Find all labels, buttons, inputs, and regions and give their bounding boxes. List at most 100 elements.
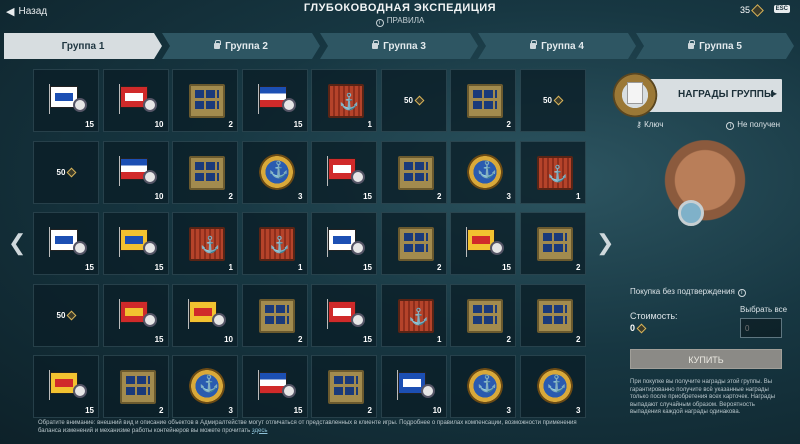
reward-count: 1 [576, 191, 581, 201]
reward-count: 15 [85, 120, 94, 129]
tab-group-4[interactable]: Группа 4 [478, 33, 636, 59]
coin-reward: 50 [34, 167, 98, 177]
group-rewards-label: НАГРАДЫ ГРУППЫ [678, 89, 774, 100]
reward-card[interactable]: 10 [102, 69, 169, 132]
select-all-label[interactable]: Выбрать все [740, 305, 787, 314]
lock-icon [688, 40, 696, 49]
reward-card[interactable]: 50 [519, 69, 586, 132]
autobuy-toggle[interactable]: Покупка без подтверждения i [630, 287, 746, 297]
anchor-medal-icon: ⚓ [185, 366, 227, 404]
anchor-container-icon: ⚓ [324, 80, 366, 118]
coin-amount: 50 [543, 96, 552, 105]
reward-count: 2 [228, 120, 233, 129]
coin-icon [414, 95, 425, 106]
rules-label: ПРАВИЛА [386, 16, 425, 25]
footnote-link[interactable]: здесь [252, 428, 268, 434]
reward-card[interactable]: ⚓ 1 [172, 212, 238, 275]
reward-card[interactable]: 2 [172, 140, 238, 204]
reward-count: 2 [437, 263, 442, 272]
tab-label: Группа 2 [225, 40, 268, 52]
reward-card[interactable]: ⚓ 1 [241, 212, 308, 275]
rules-link[interactable]: i ПРАВИЛА [0, 16, 800, 27]
reward-card[interactable]: 10 [102, 140, 169, 204]
reward-card[interactable]: 15 [33, 212, 99, 275]
reward-card[interactable]: ⚓ 3 [241, 140, 308, 204]
flag-container-icon [324, 366, 366, 404]
reward-card[interactable]: 50 [33, 140, 99, 204]
coin-icon [67, 310, 77, 320]
reward-count: 3 [228, 406, 233, 415]
reward-card[interactable]: 10 [172, 283, 238, 347]
reward-card[interactable]: 15 [102, 212, 169, 275]
reward-card[interactable]: 15 [450, 212, 516, 275]
reward-card[interactable]: 15 [33, 69, 99, 132]
reward-count: 1 [228, 263, 233, 272]
reward-card[interactable]: 15 [33, 355, 99, 418]
quantity-input[interactable] [740, 318, 782, 338]
reward-count: 2 [367, 406, 372, 415]
reward-card[interactable]: 15 [311, 283, 377, 347]
reward-card[interactable]: 2 [172, 69, 238, 132]
reward-card[interactable]: 2 [380, 140, 447, 204]
reward-card[interactable]: 50 [33, 283, 99, 347]
reward-card[interactable]: 15 [102, 283, 169, 347]
reward-card[interactable]: ⚓ 1 [380, 283, 447, 347]
esc-button[interactable]: ESC [773, 5, 790, 13]
tab-group-2[interactable]: Группа 2 [162, 33, 320, 59]
reward-card[interactable]: 15 [241, 69, 308, 132]
signal-flag-icon [255, 80, 297, 118]
info-icon: i [726, 122, 735, 130]
reward-card[interactable]: 2 [380, 212, 447, 275]
next-arrow-icon[interactable]: ❯ [596, 230, 614, 256]
signal-flag-icon [394, 366, 436, 404]
reward-count: 15 [154, 334, 164, 344]
signal-flag-icon [324, 295, 366, 333]
signal-flag-icon [46, 223, 88, 261]
footnote-text: Обратите внимание: внешний вид и описани… [38, 420, 577, 434]
reward-card[interactable]: 2 [450, 69, 516, 132]
buy-button[interactable]: КУПИТЬ [630, 349, 782, 369]
reward-card[interactable]: ⚓ 3 [172, 355, 238, 418]
coin-amount: 50 [56, 310, 66, 320]
reward-count: 10 [224, 334, 233, 344]
reward-count: 2 [576, 334, 581, 344]
anchor-medal-icon: ⚓ [463, 152, 505, 190]
reward-card[interactable]: ⚓ 1 [519, 140, 586, 204]
prev-arrow-icon[interactable]: ❮ [8, 230, 26, 256]
reward-count: 3 [298, 191, 303, 201]
reward-card[interactable]: 2 [519, 212, 586, 275]
reward-card[interactable]: 2 [241, 283, 308, 347]
footnote: Обратите внимание: внешний вид и описани… [38, 420, 598, 435]
reward-card[interactable]: ⚓ 3 [450, 140, 516, 204]
flag-container-icon [255, 295, 297, 333]
signal-flag-icon [324, 152, 366, 190]
anchor-medal-icon: ⚓ [463, 366, 505, 404]
anchor-container-icon: ⚓ [533, 152, 575, 190]
chevron-right-icon: ▸ [770, 86, 777, 100]
reward-card[interactable]: ⚓ 1 [311, 69, 377, 132]
reward-card[interactable]: 2 [450, 283, 516, 347]
reward-count: 10 [154, 191, 164, 201]
page-title: ГЛУБОКОВОДНАЯ ЭКСПЕДИЦИЯ [303, 2, 497, 14]
reward-card[interactable]: 15 [311, 212, 377, 275]
tab-group-5[interactable]: Группа 5 [636, 33, 794, 59]
flag-container-icon [463, 295, 505, 333]
tab-group-3[interactable]: Группа 3 [320, 33, 478, 59]
signal-flag-icon [116, 223, 158, 261]
reward-card[interactable]: 15 [241, 355, 308, 418]
reward-card[interactable]: 10 [380, 355, 447, 418]
reward-card[interactable]: ⚓ 3 [519, 355, 586, 418]
reward-card[interactable]: 2 [102, 355, 169, 418]
anchor-medal-icon: ⚓ [255, 152, 297, 190]
reward-count: 15 [363, 191, 372, 201]
lock-icon [372, 40, 380, 49]
reward-count: 15 [85, 406, 94, 415]
tab-group-1[interactable]: Группа 1 [4, 33, 162, 59]
reward-card[interactable]: ⚓ 3 [450, 355, 516, 418]
reward-card[interactable]: 2 [311, 355, 377, 418]
flag-container-icon [116, 366, 158, 404]
reward-card[interactable]: 15 [311, 140, 377, 204]
reward-card[interactable]: 50 [380, 69, 447, 132]
reward-card[interactable]: 2 [519, 283, 586, 347]
signal-flag-icon [116, 80, 158, 118]
